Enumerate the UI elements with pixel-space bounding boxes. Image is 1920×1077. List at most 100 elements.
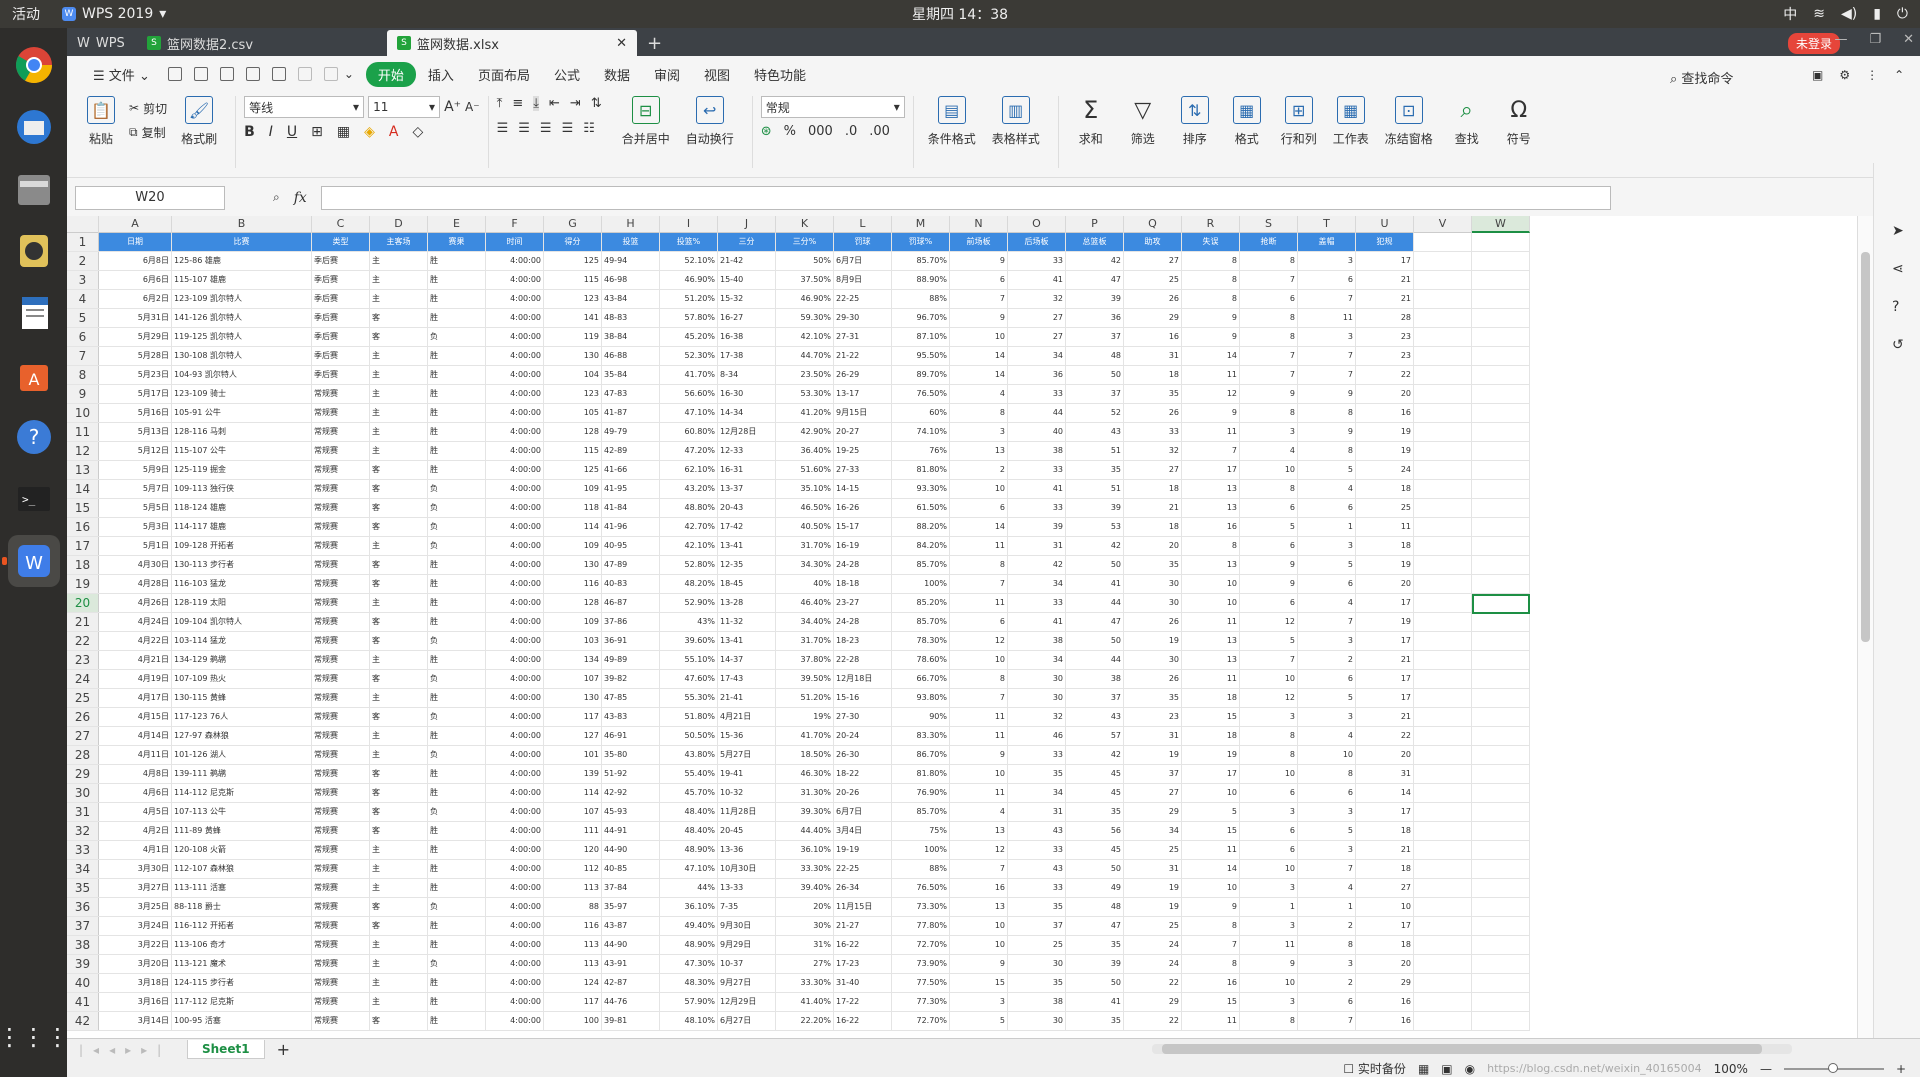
help-icon[interactable]: ? [1892,299,1920,315]
cell[interactable]: 4:00:00 [486,632,544,650]
zoom-in-icon[interactable]: + [1896,1062,1906,1076]
cell[interactable]: 113 [544,955,602,973]
cell[interactable]: 127 [544,727,602,745]
cell[interactable]: 47.30% [660,955,718,973]
cell[interactable]: 45 [1066,784,1124,802]
cell[interactable]: 45.20% [660,328,718,346]
cell[interactable]: 4:00:00 [486,1012,544,1030]
row-header[interactable]: 6 [67,328,99,346]
cell[interactable]: 4:00:00 [486,461,544,479]
cell[interactable]: 100% [892,841,950,859]
row-header[interactable]: 40 [67,974,99,992]
cell[interactable]: 8 [1298,936,1356,954]
cell[interactable]: 29-30 [834,309,892,327]
cell[interactable]: 28 [1356,309,1414,327]
cell[interactable]: 主 [370,879,428,897]
column-header[interactable]: P [1066,216,1124,233]
cell[interactable]: 16-30 [718,385,776,403]
cell[interactable]: 24-28 [834,556,892,574]
cell[interactable]: 51.80% [660,708,718,726]
cell[interactable]: 4:00:00 [486,955,544,973]
cell[interactable]: 8 [1240,727,1298,745]
cell[interactable]: 72.70% [892,936,950,954]
cell[interactable] [1414,366,1472,384]
cell[interactable] [1472,366,1530,384]
cell[interactable]: 客 [370,803,428,821]
cell[interactable]: 10 [1240,765,1298,783]
cell[interactable] [1472,670,1530,688]
column-header[interactable]: F [486,216,544,233]
column-header[interactable]: T [1298,216,1356,233]
cell[interactable]: 33 [1008,746,1066,764]
cell[interactable]: 42 [1008,556,1066,574]
cell[interactable]: 114 [544,784,602,802]
battery-icon[interactable]: ▮ [1873,6,1881,22]
row-header[interactable]: 22 [67,632,99,650]
row-header[interactable]: 16 [67,518,99,536]
cell[interactable]: 35 [1124,689,1182,707]
cell[interactable]: 24 [1124,936,1182,954]
cell[interactable]: 9 [950,252,1008,270]
cell[interactable]: 52.10% [660,252,718,270]
cell[interactable]: 18 [1124,518,1182,536]
cell[interactable]: 19% [776,708,834,726]
column-header[interactable]: J [718,216,776,233]
cell[interactable]: 常规赛 [312,822,370,840]
cell[interactable]: 33 [1008,499,1066,517]
cell[interactable]: 113-106 奇才 [172,936,312,954]
cell[interactable]: 34 [1008,575,1066,593]
cell[interactable]: 客 [370,461,428,479]
cell[interactable]: 37 [1066,328,1124,346]
cell[interactable]: 118 [544,499,602,517]
cell[interactable]: 日期 [99,233,172,251]
cell[interactable]: 5 [1240,518,1298,536]
cell[interactable]: 123-109 骑士 [172,385,312,403]
cell[interactable]: 13 [1182,556,1240,574]
cell[interactable]: 37-84 [602,879,660,897]
cell[interactable]: 42-92 [602,784,660,802]
cell[interactable]: 115 [544,271,602,289]
cell[interactable]: 27 [1356,879,1414,897]
cell[interactable]: 78.30% [892,632,950,650]
cell[interactable]: 89.70% [892,366,950,384]
cell[interactable]: 42-89 [602,442,660,460]
cell[interactable]: 33 [1008,252,1066,270]
cell[interactable]: 46.40% [776,594,834,612]
cell[interactable]: 6 [1240,822,1298,840]
cell[interactable]: 主 [370,385,428,403]
cell[interactable]: 4:00:00 [486,404,544,422]
row-header[interactable]: 17 [67,537,99,555]
cell[interactable]: 主 [370,746,428,764]
cell[interactable]: 33.30% [776,974,834,992]
cell[interactable]: 11 [1182,1012,1240,1030]
cell[interactable]: 12月28日 [718,423,776,441]
cell[interactable]: 14 [1182,860,1240,878]
cell[interactable]: 5月31日 [99,309,172,327]
cell[interactable]: 11 [1182,841,1240,859]
cell[interactable]: 48.20% [660,575,718,593]
cell[interactable]: 57.80% [660,309,718,327]
cell[interactable]: 39-82 [602,670,660,688]
cell[interactable]: 55.40% [660,765,718,783]
cell[interactable]: 6 [950,613,1008,631]
cell[interactable]: 130-108 凯尔特人 [172,347,312,365]
cell[interactable]: 胜 [428,347,486,365]
cell[interactable]: 4:00:00 [486,993,544,1011]
formula-input[interactable] [320,185,1611,210]
cell[interactable]: 4月24日 [99,613,172,631]
cell[interactable]: 3 [1298,803,1356,821]
cell[interactable]: 6 [1298,575,1356,593]
cell[interactable]: 15 [1182,822,1240,840]
find-button[interactable]: ⌕ 查找 [1443,96,1491,147]
row-header[interactable]: 37 [67,917,99,935]
cell[interactable]: 胜 [428,423,486,441]
cell[interactable]: 75% [892,822,950,840]
cell[interactable]: 27-31 [834,328,892,346]
cell[interactable]: 38 [1066,670,1124,688]
ime-indicator[interactable]: 中 [1783,4,1797,24]
cell[interactable]: 50 [1066,556,1124,574]
cell[interactable]: 36.10% [660,898,718,916]
conditional-format-button[interactable]: ▤ 条件格式 [922,96,982,147]
cell[interactable]: 4 [950,385,1008,403]
cell[interactable]: 7 [1182,936,1240,954]
